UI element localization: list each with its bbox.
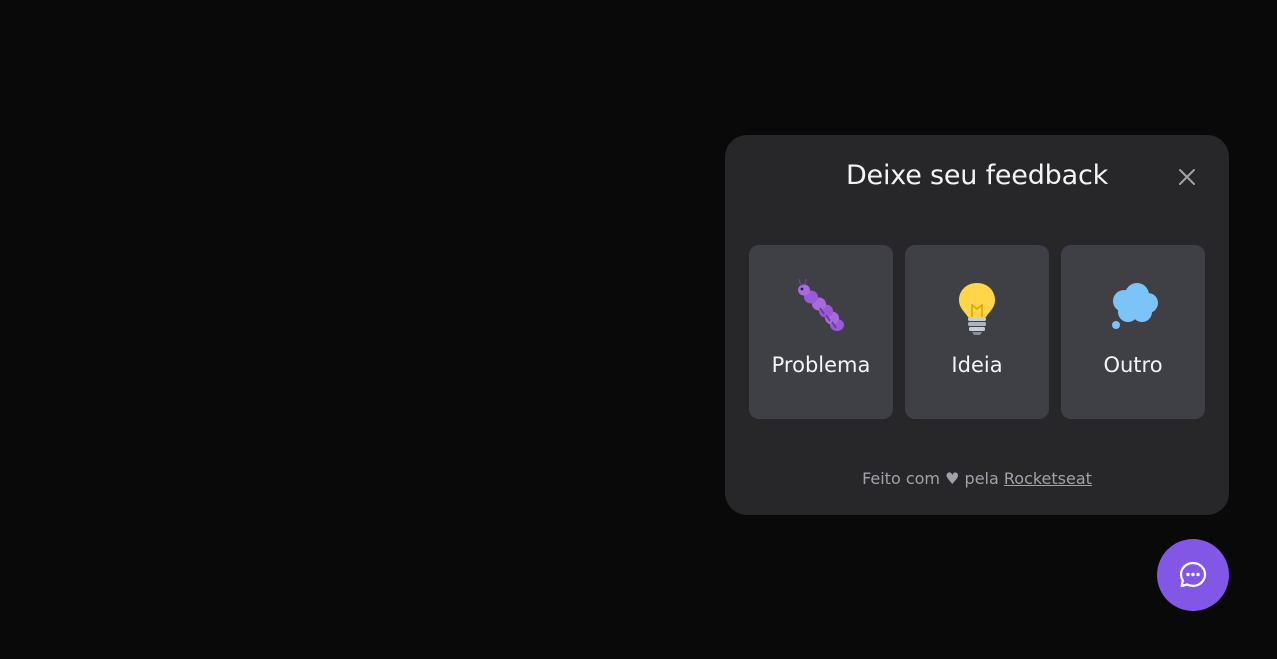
open-feedback-button[interactable] — [1157, 539, 1229, 611]
footer-prefix: Feito com — [862, 469, 940, 488]
heart-icon: ♥ — [945, 469, 960, 488]
option-label: Outro — [1103, 353, 1163, 377]
footer-credit: Feito com ♥ pela Rocketseat — [725, 469, 1229, 488]
option-outro[interactable]: Outro — [1061, 245, 1205, 419]
lightbulb-emoji-icon — [948, 279, 1006, 337]
option-problema[interactable]: Problema — [749, 245, 893, 419]
feedback-widget: Deixe seu feedback Problema Ideia Outro … — [725, 135, 1229, 515]
thought-balloon-emoji-icon — [1104, 279, 1162, 337]
option-label: Problema — [771, 353, 871, 377]
x-close-icon — [1179, 169, 1195, 185]
rocketseat-link[interactable]: Rocketseat — [1004, 469, 1092, 488]
option-ideia[interactable]: Ideia — [905, 245, 1049, 419]
footer-middle: pela — [964, 469, 999, 488]
feedback-type-options: Problema Ideia Outro — [749, 245, 1205, 419]
option-label: Ideia — [951, 353, 1003, 377]
widget-title: Deixe seu feedback — [845, 160, 1109, 191]
close-button[interactable] — [1175, 165, 1199, 189]
bug-emoji-icon — [792, 279, 850, 337]
chat-dots-icon — [1179, 561, 1207, 588]
